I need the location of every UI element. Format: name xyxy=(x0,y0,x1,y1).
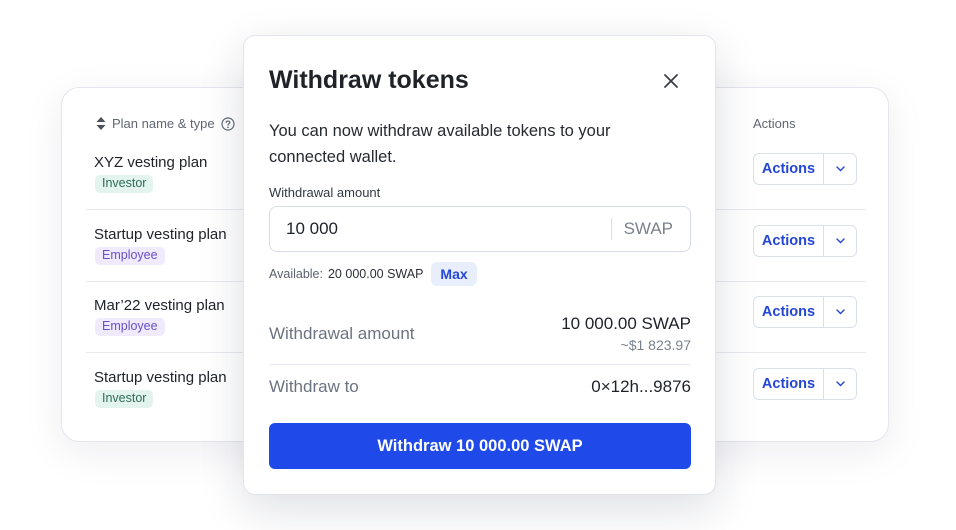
modal-description: You can now withdraw available tokens to… xyxy=(269,122,611,166)
withdrawal-amount-field: SWAP xyxy=(269,206,691,252)
summary-divider xyxy=(269,364,691,365)
actions-dropdown: Actions xyxy=(753,368,857,400)
plan-name: Startup vesting plan xyxy=(94,226,227,243)
sort-icon[interactable] xyxy=(96,117,106,130)
summary-to-label: Withdraw to xyxy=(269,377,359,396)
summary-amount-label: Withdrawal amount xyxy=(269,324,415,343)
plan-name: Mar’22 vesting plan xyxy=(94,297,225,314)
summary-amount-value: 10 000.00 SWAP xyxy=(561,314,691,333)
summary-to-address: 0×12h...9876 xyxy=(591,377,691,396)
column-header-actions: Actions xyxy=(753,116,796,131)
plan-type-badge: Employee xyxy=(95,247,165,265)
available-label: Available: xyxy=(269,267,323,281)
actions-button[interactable]: Actions xyxy=(754,369,824,399)
column-header-plan[interactable]: Plan name & type xyxy=(96,116,235,131)
actions-dropdown: Actions xyxy=(753,153,857,185)
column-header-plan-label: Plan name & type xyxy=(112,116,215,131)
plan-name: XYZ vesting plan xyxy=(94,154,208,171)
withdrawal-amount-input[interactable] xyxy=(270,207,611,251)
modal-title: Withdraw tokens xyxy=(269,66,469,94)
help-icon[interactable] xyxy=(221,116,235,131)
plan-name: Startup vesting plan xyxy=(94,369,227,386)
actions-button[interactable]: Actions xyxy=(754,297,824,327)
chevron-down-icon[interactable] xyxy=(824,297,856,327)
summary-amount-usd: ~$1 823.97 xyxy=(620,337,691,353)
plan-type-badge: Investor xyxy=(95,390,154,408)
close-icon[interactable] xyxy=(662,72,680,90)
max-button[interactable]: Max xyxy=(431,262,477,286)
withdrawal-amount-label: Withdrawal amount xyxy=(269,185,381,200)
chevron-down-icon[interactable] xyxy=(824,154,856,184)
withdraw-tokens-modal: Withdraw tokens You can now withdraw ava… xyxy=(243,35,716,495)
available-value: 20 000.00 SWAP xyxy=(327,267,424,281)
available-balance: Available: 20 000.00 SWAP Max xyxy=(269,262,477,286)
withdraw-button[interactable]: Withdraw 10 000.00 SWAP xyxy=(269,423,691,469)
plan-type-badge: Investor xyxy=(95,175,154,193)
amount-unit: SWAP xyxy=(623,219,673,238)
chevron-down-icon[interactable] xyxy=(824,226,856,256)
actions-dropdown: Actions xyxy=(753,225,857,257)
chevron-down-icon[interactable] xyxy=(824,369,856,399)
actions-button[interactable]: Actions xyxy=(754,226,824,256)
actions-dropdown: Actions xyxy=(753,296,857,328)
actions-button[interactable]: Actions xyxy=(754,154,824,184)
plan-type-badge: Employee xyxy=(95,318,165,336)
